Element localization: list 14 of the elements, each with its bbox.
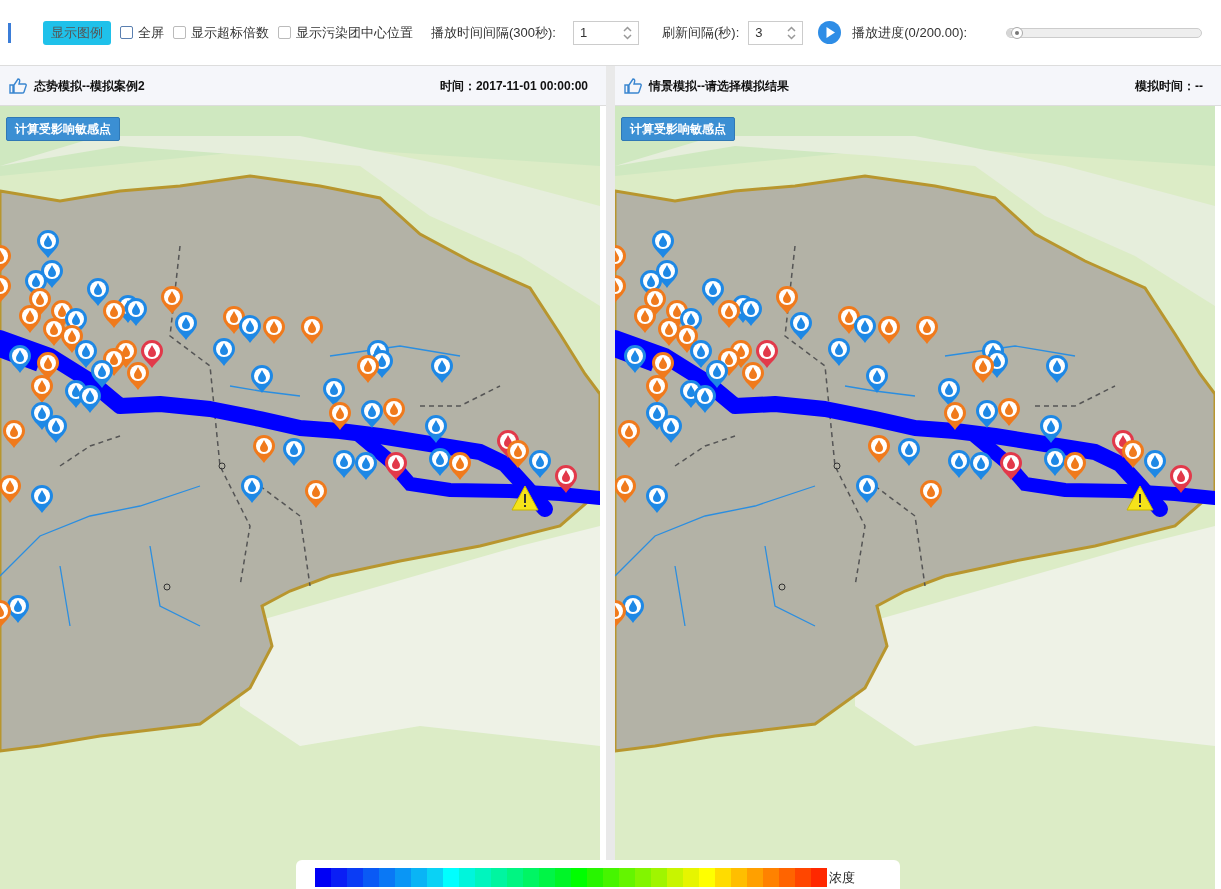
play-interval-spinner[interactable]: 1 (572, 20, 639, 45)
play-interval-label: 播放时间间隔(300秒): (431, 23, 556, 42)
refresh-interval-label: 刷新间隔(秒): (661, 23, 740, 42)
show-legend-button[interactable]: 显示图例 (43, 20, 111, 45)
progress-label: 播放进度(0/200.00): (852, 23, 968, 42)
checkbox-label[interactable]: 显示超标倍数 (191, 22, 269, 43)
checkbox-label[interactable]: 显示污染团中心位置 (296, 22, 413, 43)
refresh-interval-spinner[interactable]: 3 (748, 20, 804, 45)
legend-label: 浓度 (829, 869, 855, 887)
simulation-time: 时间：2017-11-01 00:00:00 (439, 77, 588, 95)
checkbox-label[interactable]: 全屏 (138, 22, 164, 43)
simulation-time: 模拟时间：-- (1135, 77, 1203, 95)
panel-title: 态势模拟--模拟案例2 (34, 77, 145, 95)
panel-title: 情景模拟--请选择模拟结果 (649, 77, 789, 95)
